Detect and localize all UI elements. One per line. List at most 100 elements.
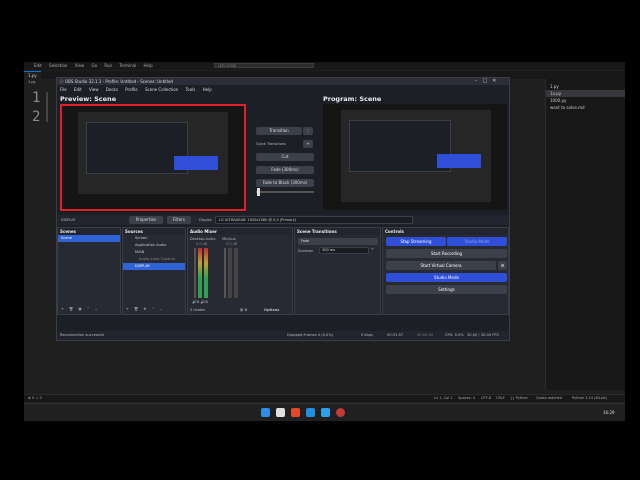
duration-label: Duration (298, 249, 314, 253)
studio-mode-button[interactable]: Studio Mode (386, 273, 507, 282)
menu-selection[interactable]: Selection (49, 63, 67, 68)
stop-streaming-button[interactable]: Stop Streaming (386, 237, 446, 246)
add-quick-transition-icon[interactable]: + (303, 140, 313, 148)
explorer-item[interactable]: 1.py (546, 83, 625, 90)
kbps: 0 kbps (361, 333, 373, 337)
explorer-item-label: 1.py (550, 84, 559, 89)
dropped-frames: Dropped Frames 0 (0.0%) (287, 333, 334, 337)
program-panel (323, 104, 507, 210)
fade-button[interactable]: Fade (300ms) (256, 166, 314, 174)
transition-button[interactable]: Transition (256, 127, 302, 135)
scene-toolbar-icons[interactable]: +🗑▣⌃⌄ (61, 307, 103, 311)
obs-menu-tools[interactable]: Tools (185, 87, 195, 92)
desktop-screen: Edit Selection View Go Run Terminal Help… (24, 62, 625, 421)
obs-menu-file[interactable]: File (60, 87, 67, 92)
controls-title: Controls (383, 228, 508, 235)
obs-menu-docks[interactable]: Docks (106, 87, 118, 92)
fade-to-black-button[interactable]: Fade to Black (300ms) (256, 179, 314, 187)
settings-button[interactable]: Settings (386, 285, 507, 294)
indentation[interactable]: Spaces: 4 (458, 395, 475, 402)
fps: 30.00 / 30.00 FPS (467, 333, 499, 337)
vscode-insiders-icon[interactable] (321, 408, 330, 417)
scene-transitions-dock: Scene Transitions Fade Duration 300 ms + (294, 227, 381, 315)
menu-go[interactable]: Go (92, 63, 98, 68)
source-item[interactable]: Application Audio (123, 242, 185, 249)
explorer-item[interactable]: 1a.py (546, 90, 625, 97)
obs-menu-view[interactable]: View (89, 87, 99, 92)
obs-taskbar-icon[interactable] (336, 408, 345, 417)
start-virtual-camera-button[interactable]: Start Virtual Camera (386, 261, 496, 270)
preview-panel[interactable] (60, 104, 246, 212)
explorer-item-label: 1a.py (550, 91, 562, 96)
line-number-1: 1 (32, 90, 41, 106)
source-toolbar-icons[interactable]: +🗑⚙⌃⌄ (126, 307, 167, 311)
volume-slider-2[interactable] (224, 248, 226, 298)
volume-meter-1 (198, 248, 202, 298)
menu-view[interactable]: View (75, 63, 85, 68)
scenes-title: Scenes (58, 228, 120, 235)
system-clock: 16:29 (603, 410, 615, 415)
options-button[interactable]: Options (264, 308, 279, 312)
mute-icons[interactable]: 🔊⚙ 🔊⚙ (192, 300, 208, 304)
language-mode[interactable]: {} Python (510, 395, 528, 402)
explorer-item[interactable]: 1000.py (546, 97, 625, 104)
file-explorer-icon[interactable] (276, 408, 285, 417)
obs-menu-profile[interactable]: Profile (125, 87, 137, 92)
cut-button[interactable]: Cut (256, 153, 314, 161)
volume-meter-2 (228, 248, 232, 298)
mixer-toolbar-icons[interactable]: ▤ ⚙ (240, 308, 248, 312)
obs-menu-edit[interactable]: Edit (74, 87, 82, 92)
obs-menu-scene-collection[interactable]: Scene Collection (145, 87, 178, 92)
properties-button[interactable]: Properties (129, 216, 163, 224)
virtual-camera-settings-icon[interactable]: ⚙ (498, 261, 507, 270)
sources-dock: Sources Screen Application Audio MAIN Au… (122, 227, 186, 315)
mixer-channel-1-level: 0.0 dB (196, 242, 208, 246)
transition-menu-icon[interactable]: ⋮ (303, 127, 313, 135)
program-nested-obs (349, 120, 451, 172)
encoding[interactable]: UTF-8 (481, 395, 491, 402)
duration-input[interactable]: 300 ms (319, 247, 369, 254)
scene-transitions-title: Scene Transitions (295, 228, 380, 235)
problems-count[interactable]: ⊗ 0 ⚠ 0 (28, 395, 42, 402)
source-item[interactable]: MAIN (123, 249, 185, 256)
python-interpreter[interactable]: Python 3.14 (64-bit) (572, 395, 607, 402)
source-item[interactable]: Audio Input Capture (123, 256, 185, 263)
transition-type-select[interactable]: Fade (298, 238, 378, 245)
display-select[interactable]: LG ULTRAGEAR: 1920x1080 @ 0,0 (Primary) (215, 216, 413, 224)
explorer-item[interactable]: want to solve.md (546, 104, 625, 111)
command-search-input[interactable]: LED CODE (214, 63, 314, 68)
volume-slider-1[interactable] (194, 248, 196, 298)
sources-title: Sources (123, 228, 185, 235)
display-label: Display (199, 218, 212, 222)
source-toolbar: DISPLAY Properties Filters Display LG UL… (57, 215, 509, 225)
menu-edit[interactable]: Edit (34, 63, 42, 68)
source-item[interactable]: Screen (123, 235, 185, 242)
line-ending[interactable]: CRLF (496, 395, 505, 402)
studio-mode-side-button[interactable]: Studio Mode (447, 237, 507, 246)
obs-menu-help[interactable]: Help (203, 87, 212, 92)
windows-start-icon[interactable] (261, 408, 270, 417)
tab-file[interactable]: 1.py (24, 71, 41, 80)
menu-run[interactable]: Run (104, 63, 112, 68)
vscode-titlebar: Edit Selection View Go Run Terminal Help… (24, 62, 625, 70)
controls-dock: Controls Stop Streaming Studio Mode Star… (382, 227, 509, 315)
filters-button[interactable]: Filters (167, 216, 191, 224)
scene-item[interactable]: Scene (58, 235, 120, 242)
mixer-channel-2-name: Mic/Aux (222, 237, 236, 241)
tbar-handle[interactable] (257, 188, 260, 196)
transition-add-icon[interactable]: + (371, 247, 374, 251)
quota-status[interactable]: Quota reached (536, 395, 562, 402)
window-controls-icon[interactable]: –□✕ (475, 78, 501, 84)
tbar-slider[interactable] (256, 191, 314, 193)
brave-browser-icon[interactable] (291, 408, 300, 417)
start-recording-button[interactable]: Start Recording (386, 249, 507, 258)
obs-statusbar: Reconnection successful Dropped Frames 0… (57, 331, 509, 340)
menu-terminal[interactable]: Terminal (119, 63, 136, 68)
cursor-position[interactable]: Ln 1, Col 1 (434, 395, 453, 402)
explorer-item-label: 1000.py (550, 98, 567, 103)
menu-help[interactable]: Help (144, 63, 153, 68)
obs-titlebar: OBS Studio 32.1.1 - Profile: Untitled - … (57, 78, 509, 85)
vscode-statusbar: ⊗ 0 ⚠ 0 Ln 1, Col 1 Spaces: 4 UTF-8 CRLF… (24, 394, 625, 402)
vscode-icon[interactable] (306, 408, 315, 417)
source-item[interactable]: DISPLAY (123, 263, 185, 270)
